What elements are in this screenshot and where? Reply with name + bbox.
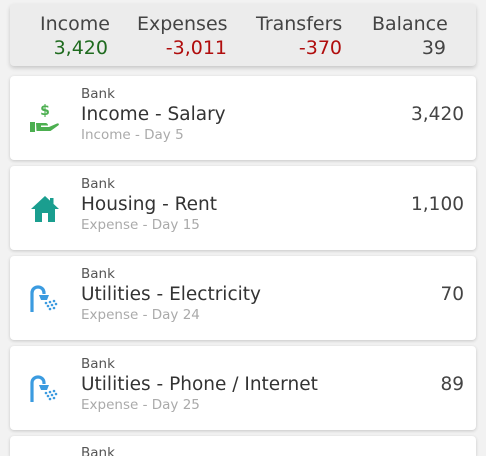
- expenses-label: Expenses: [137, 13, 228, 35]
- item-amount: 70: [440, 284, 464, 305]
- item-account: Bank: [81, 176, 115, 192]
- item-subtitle: Expense - Day 15: [81, 217, 200, 233]
- balance-value: 39: [421, 37, 446, 59]
- item-subtitle: Expense - Day 24: [81, 307, 200, 323]
- item-name: Housing - Rent: [81, 194, 218, 215]
- list-item-utilities-phone-internet[interactable]: Bank Utilities - Phone / Internet Expens…: [10, 346, 476, 430]
- expenses-summary: Expenses -3,011: [137, 12, 228, 60]
- item-subtitle: Income - Day 5: [81, 127, 184, 143]
- item-amount: 3,420: [411, 104, 464, 125]
- item-name: Utilities - Electricity: [81, 284, 261, 305]
- income-summary: Income 3,420: [40, 12, 110, 60]
- transfers-summary: Transfers -370: [256, 12, 342, 60]
- budget-screen: Income 3,420 Expenses -3,011 Transfers -…: [0, 0, 486, 456]
- house-icon: [28, 192, 62, 226]
- list-item-housing-rent[interactable]: Bank Housing - Rent Expense - Day 15 1,1…: [10, 166, 476, 250]
- balance-summary: Balance 39: [372, 12, 448, 60]
- item-subtitle: Expense - Day 25: [81, 397, 200, 413]
- list-item-partial[interactable]: Bank: [10, 436, 476, 456]
- income-label: Income: [40, 13, 110, 35]
- shower-icon: [28, 282, 62, 316]
- income-value: 3,420: [53, 37, 108, 59]
- list-item-income-salary[interactable]: $ Bank Income - Salary Income - Day 5 3,…: [10, 76, 476, 160]
- item-name: Income - Salary: [81, 104, 226, 125]
- salary-hand-icon: $: [28, 102, 62, 136]
- item-account: Bank: [81, 86, 115, 102]
- list-item-utilities-electricity[interactable]: Bank Utilities - Electricity Expense - D…: [10, 256, 476, 340]
- item-account: Bank: [81, 266, 115, 282]
- item-account: Bank: [81, 356, 115, 372]
- shower-icon: [28, 372, 62, 406]
- expenses-value: -3,011: [165, 37, 227, 59]
- transfers-label: Transfers: [256, 13, 343, 35]
- summary-bar: Income 3,420 Expenses -3,011 Transfers -…: [10, 4, 476, 66]
- item-amount: 89: [440, 374, 464, 395]
- item-name: Utilities - Phone / Internet: [81, 374, 318, 395]
- item-account: Bank: [81, 445, 115, 456]
- svg-text:$: $: [40, 103, 50, 119]
- transfers-value: -370: [298, 37, 342, 59]
- balance-label: Balance: [372, 13, 448, 35]
- item-amount: 1,100: [411, 194, 464, 215]
